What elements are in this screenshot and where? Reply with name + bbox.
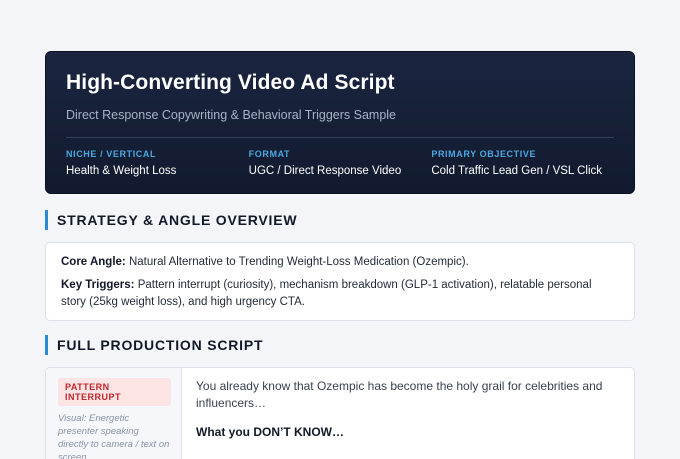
section-heading-script: FULL PRODUCTION SCRIPT <box>45 335 263 355</box>
core-angle-text: Natural Alternative to Trending Weight-L… <box>125 256 469 268</box>
meta-label: PRIMARY OBJECTIVE <box>431 149 537 159</box>
section-heading-strategy: STRATEGY & ANGLE OVERVIEW <box>45 210 297 230</box>
meta-label: FORMAT <box>248 149 291 159</box>
core-angle-label: Core Angle: <box>61 256 126 268</box>
page-subtitle: Direct Response Copywriting & Behavioral… <box>66 108 397 122</box>
hero-divider <box>66 137 614 138</box>
section-heading-text: FULL PRODUCTION SCRIPT <box>57 337 264 353</box>
section-heading-text: STRATEGY & ANGLE OVERVIEW <box>57 212 298 228</box>
meta-value: Cold Traffic Lead Gen / VSL Click <box>431 165 603 177</box>
meta-row: NICHE / VERTICAL Health & Weight Loss FO… <box>66 149 614 179</box>
section-accent-bar <box>45 335 48 355</box>
pattern-interrupt-badge: PATTERN INTERRUPT <box>58 378 171 406</box>
script-cue-column: PATTERN INTERRUPT Visual: Energetic pres… <box>46 368 182 459</box>
script-dialogue-column: You already know that Ozempic has become… <box>182 368 634 459</box>
key-triggers-label: Key Triggers: <box>61 279 135 291</box>
strategy-card: Core Angle: Natural Alternative to Trend… <box>45 242 635 321</box>
script-row: PATTERN INTERRUPT Visual: Energetic pres… <box>45 367 635 459</box>
section-accent-bar <box>45 210 48 230</box>
meta-value: UGC / Direct Response Video <box>248 165 402 177</box>
meta-objective: PRIMARY OBJECTIVE Cold Traffic Lead Gen … <box>431 149 614 179</box>
visual-direction-note: Visual: Energetic presenter speaking dir… <box>58 413 170 459</box>
key-triggers-paragraph: Key Triggers: Pattern interrupt (curiosi… <box>61 277 619 311</box>
meta-value: Health & Weight Loss <box>66 165 177 177</box>
hero-banner: High-Converting Video Ad Script Direct R… <box>45 51 635 194</box>
meta-niche: NICHE / VERTICAL Health & Weight Loss <box>66 149 249 179</box>
page-title: High-Converting Video Ad Script <box>66 71 395 94</box>
meta-label: NICHE / VERTICAL <box>66 149 157 159</box>
script-line: You already know that Ozempic has become… <box>196 379 603 410</box>
meta-format: FORMAT UGC / Direct Response Video <box>249 149 432 179</box>
key-triggers-text: Pattern interrupt (curiosity), mechanism… <box>61 279 592 308</box>
core-angle-paragraph: Core Angle: Natural Alternative to Trend… <box>61 254 619 271</box>
script-line-emphasis: What you DON’T KNOW… <box>196 425 344 439</box>
